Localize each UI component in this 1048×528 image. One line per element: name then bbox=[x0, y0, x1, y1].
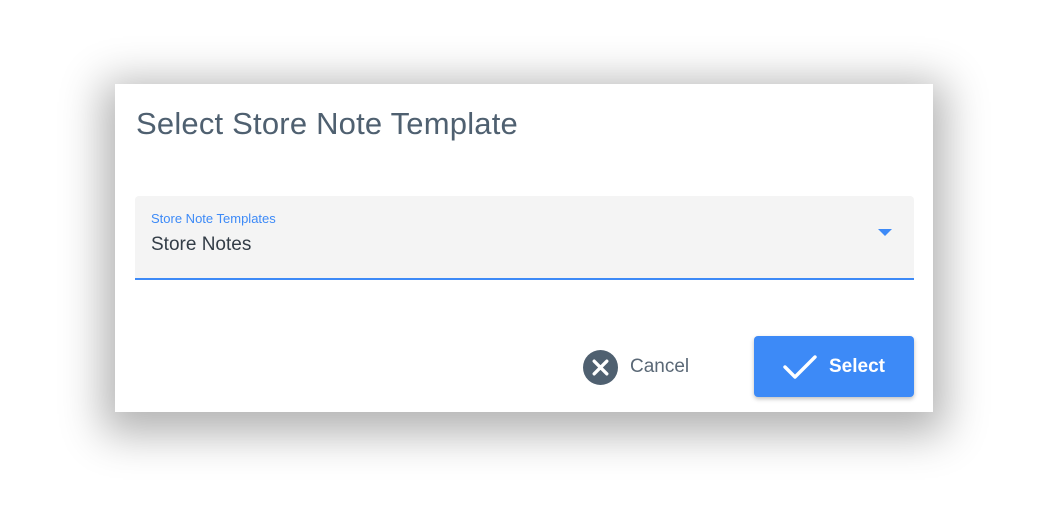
select-template-dialog: Select Store Note Template Store Note Te… bbox=[115, 84, 933, 412]
cancel-button[interactable]: Cancel bbox=[583, 348, 689, 386]
select-button-label: Select bbox=[829, 355, 885, 377]
dialog-title: Select Store Note Template bbox=[136, 106, 518, 141]
store-note-template-select[interactable]: Store Note Templates Store Notes bbox=[135, 196, 914, 280]
screen: Select Store Note Template Store Note Te… bbox=[0, 0, 1048, 528]
dropdown-arrow-icon[interactable] bbox=[878, 229, 892, 236]
cancel-label: Cancel bbox=[630, 356, 690, 377]
checkmark-icon bbox=[783, 354, 817, 379]
select-value: Store Notes bbox=[151, 234, 252, 255]
select-label: Store Note Templates bbox=[151, 211, 276, 226]
cancel-circle-x-icon bbox=[583, 349, 618, 385]
select-button[interactable]: Select bbox=[754, 336, 914, 397]
